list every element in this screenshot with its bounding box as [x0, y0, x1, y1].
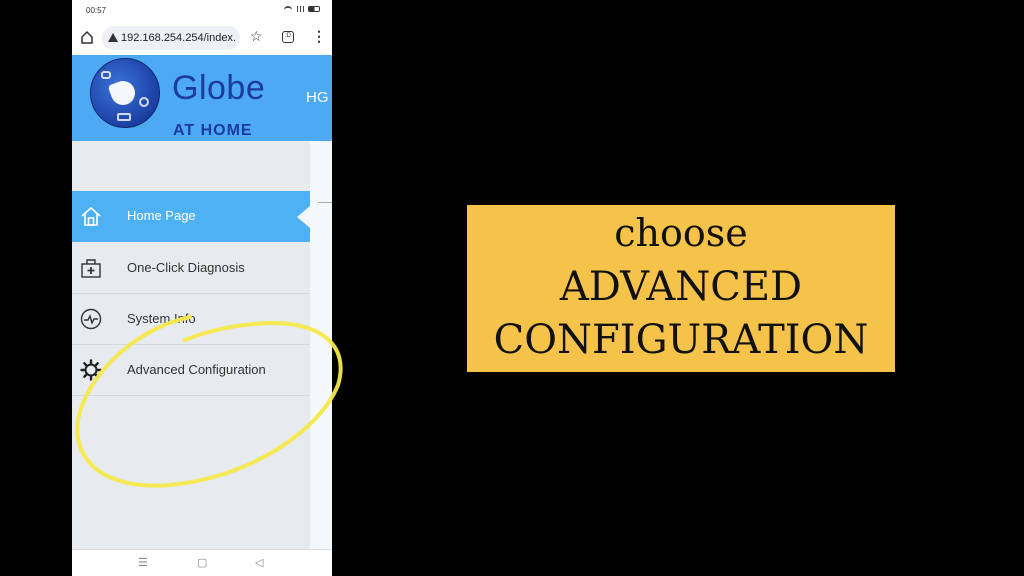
- status-icons: [284, 6, 320, 12]
- gear-icon: [80, 359, 102, 381]
- brand-subtitle: AT HOME: [173, 122, 253, 139]
- sidebar-item-label: One-Click Diagnosis: [127, 260, 245, 275]
- status-bar: 00:57: [72, 0, 332, 22]
- callout-line-3: CONFIGURATION: [493, 317, 869, 363]
- medical-kit-icon: [81, 259, 101, 278]
- phone-screen: 00:57 192.168.254.254/index. ☆ :D ⋮ Glob…: [72, 0, 332, 576]
- sidebar-item-label: System Info: [127, 311, 196, 326]
- signal-icon: [296, 6, 304, 12]
- browser-home-icon[interactable]: [80, 30, 94, 44]
- back-triangle-icon[interactable]: ◁: [255, 556, 263, 569]
- pulse-icon: [80, 308, 102, 330]
- battery-icon: [308, 6, 320, 12]
- globe-logo-icon: [90, 58, 160, 128]
- browser-toolbar: 192.168.254.254/index. ☆ :D ⋮: [72, 22, 332, 54]
- url-text[interactable]: 192.168.254.254/index.: [121, 32, 236, 44]
- sidebar-item-home-page[interactable]: Home Page: [72, 191, 310, 242]
- model-text: HG: [306, 89, 329, 106]
- home-square-icon[interactable]: ▢: [197, 556, 207, 569]
- address-bar[interactable]: 192.168.254.254/index.: [102, 26, 240, 50]
- active-pointer: [297, 206, 310, 228]
- menu-icon[interactable]: ☰: [138, 556, 148, 569]
- router-header: Globe AT HOME HG: [72, 55, 332, 141]
- browser-menu-icon[interactable]: ⋮: [312, 28, 326, 45]
- callout-line-2: ADVANCED: [559, 264, 803, 310]
- sidebar-item-label: Home Page: [127, 208, 196, 223]
- sidebar-item-advanced-configuration[interactable]: Advanced Configuration: [72, 345, 310, 396]
- content-area: [310, 141, 332, 549]
- divider: [318, 202, 332, 203]
- callout-line-1: choose: [614, 211, 748, 255]
- tabs-button[interactable]: :D: [282, 31, 294, 43]
- bookmark-star-icon[interactable]: ☆: [250, 28, 263, 45]
- home-icon: [81, 206, 101, 226]
- wifi-icon: [284, 6, 292, 12]
- sidebar-item-label: Advanced Configuration: [127, 362, 266, 377]
- instruction-callout: choose ADVANCED CONFIGURATION: [467, 205, 895, 372]
- status-time: 00:57: [86, 6, 107, 15]
- sidebar-item-one-click-diagnosis[interactable]: One-Click Diagnosis: [72, 243, 310, 294]
- android-nav-bar: ☰ ▢ ◁: [72, 549, 332, 576]
- warning-triangle-icon: [108, 33, 118, 42]
- sidebar-item-system-info[interactable]: System Info: [72, 294, 310, 345]
- sidebar: Home Page One-Click Diagnosis System Inf…: [72, 141, 310, 549]
- brand-name: Globe: [172, 69, 266, 107]
